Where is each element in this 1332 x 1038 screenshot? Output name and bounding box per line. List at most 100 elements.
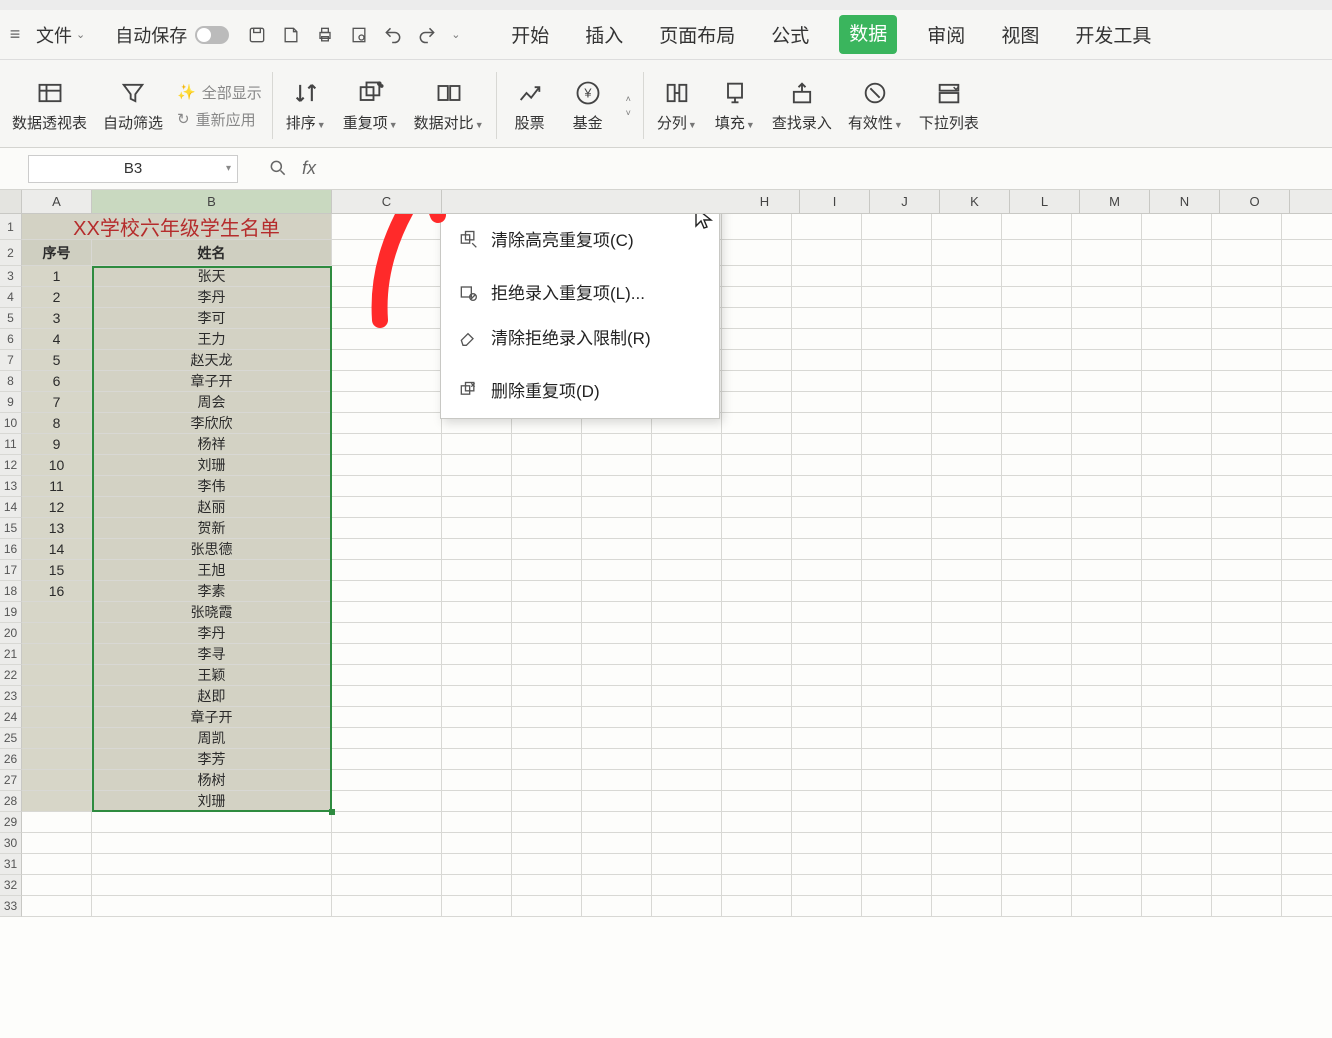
cell-blank[interactable] — [1142, 539, 1212, 560]
cell-blank[interactable] — [1142, 455, 1212, 476]
cell-blank[interactable] — [1072, 240, 1142, 266]
cell-blank[interactable] — [1212, 518, 1282, 539]
cell-blank[interactable] — [1072, 518, 1142, 539]
cell-blank[interactable] — [1142, 728, 1212, 749]
cell-blank[interactable] — [792, 476, 862, 497]
cell-seq[interactable]: 16 — [22, 581, 92, 602]
cell-blank[interactable] — [1282, 413, 1332, 434]
cell-blank[interactable] — [442, 539, 512, 560]
cell-blank[interactable] — [1002, 371, 1072, 392]
cell-blank[interactable] — [1072, 602, 1142, 623]
cell-blank[interactable] — [582, 665, 652, 686]
cell-blank[interactable] — [442, 602, 512, 623]
cell-name[interactable]: 张晓霞 — [92, 602, 332, 623]
cell-blank[interactable] — [1282, 833, 1332, 854]
cell-blank[interactable] — [1212, 581, 1282, 602]
cell-name[interactable]: 李素 — [92, 581, 332, 602]
cell-blank[interactable] — [1282, 434, 1332, 455]
cell-blank[interactable] — [1142, 791, 1212, 812]
cell-blank[interactable] — [862, 560, 932, 581]
cell-blank[interactable] — [722, 287, 792, 308]
cell-blank[interactable] — [1282, 602, 1332, 623]
cell-blank[interactable] — [792, 371, 862, 392]
cell-blank[interactable] — [722, 728, 792, 749]
cell-blank[interactable] — [1212, 240, 1282, 266]
cell-blank[interactable] — [1002, 518, 1072, 539]
cell-blank[interactable] — [792, 812, 862, 833]
tab-insert[interactable]: 插入 — [579, 15, 629, 54]
cell-blank[interactable] — [652, 854, 722, 875]
row-header[interactable]: 27 — [0, 770, 22, 791]
cell-blank[interactable] — [442, 434, 512, 455]
cell-blank[interactable] — [722, 770, 792, 791]
name-box[interactable]: B3 ▾ — [28, 155, 238, 183]
cell-blank[interactable] — [1142, 812, 1212, 833]
cell-blank[interactable] — [1142, 518, 1212, 539]
cell-name[interactable]: 张天 — [92, 266, 332, 287]
cell-name[interactable]: 李丹 — [92, 287, 332, 308]
cell-blank[interactable] — [652, 665, 722, 686]
cell-blank[interactable] — [932, 455, 1002, 476]
cell-blank[interactable] — [862, 329, 932, 350]
cell-blank[interactable] — [792, 518, 862, 539]
cell-blank[interactable] — [582, 581, 652, 602]
cell-blank[interactable] — [932, 434, 1002, 455]
cell-blank[interactable] — [512, 707, 582, 728]
cell-blank[interactable] — [512, 476, 582, 497]
cell-blank[interactable] — [1072, 455, 1142, 476]
cell-blank[interactable] — [442, 665, 512, 686]
cell-blank[interactable] — [1282, 623, 1332, 644]
cell-blank[interactable] — [1212, 287, 1282, 308]
cell-blank[interactable] — [652, 812, 722, 833]
cell-blank[interactable] — [1002, 728, 1072, 749]
cell-blank[interactable] — [1142, 476, 1212, 497]
row-header[interactable]: 22 — [0, 665, 22, 686]
cell-blank[interactable] — [1072, 350, 1142, 371]
cell-blank[interactable] — [1282, 350, 1332, 371]
cell-blank[interactable] — [442, 896, 512, 917]
cell-name[interactable]: 李丹 — [92, 623, 332, 644]
cell-blank[interactable] — [792, 455, 862, 476]
cell-blank[interactable] — [92, 875, 332, 896]
cell-blank[interactable] — [512, 686, 582, 707]
cell-blank[interactable] — [1212, 875, 1282, 896]
cell-blank[interactable] — [442, 854, 512, 875]
cell-blank[interactable] — [1142, 833, 1212, 854]
cell-blank[interactable] — [332, 371, 442, 392]
cell-blank[interactable] — [652, 791, 722, 812]
cell-blank[interactable] — [722, 623, 792, 644]
cell-blank[interactable] — [722, 602, 792, 623]
cell-blank[interactable] — [862, 287, 932, 308]
dropdown-list-button[interactable]: 下拉列表 — [911, 64, 987, 147]
cell-blank[interactable] — [722, 413, 792, 434]
cell-blank[interactable] — [332, 749, 442, 770]
cell-blank[interactable] — [652, 896, 722, 917]
cell-blank[interactable] — [332, 518, 442, 539]
cell-blank[interactable] — [862, 476, 932, 497]
cell-blank[interactable] — [1142, 854, 1212, 875]
cell-blank[interactable] — [332, 308, 442, 329]
cell-blank[interactable] — [582, 875, 652, 896]
cell-name[interactable]: 赵即 — [92, 686, 332, 707]
cell-blank[interactable] — [862, 308, 932, 329]
cell-blank[interactable] — [1282, 476, 1332, 497]
cell-blank[interactable] — [1282, 266, 1332, 287]
cell-seq[interactable] — [22, 728, 92, 749]
cell-name[interactable]: 李欣欣 — [92, 413, 332, 434]
auto-filter-button[interactable]: 自动筛选 — [95, 64, 171, 147]
cell-blank[interactable] — [1282, 371, 1332, 392]
cell-blank[interactable] — [582, 749, 652, 770]
cell-blank[interactable] — [1142, 413, 1212, 434]
header-seq[interactable]: 序号 — [22, 240, 92, 266]
cell-blank[interactable] — [1212, 539, 1282, 560]
cell-blank[interactable] — [1002, 539, 1072, 560]
cell-blank[interactable] — [1072, 560, 1142, 581]
cell-blank[interactable] — [512, 665, 582, 686]
cell-blank[interactable] — [1002, 560, 1072, 581]
cell-blank[interactable] — [512, 644, 582, 665]
text-to-columns-button[interactable]: 分列▼ — [648, 64, 706, 147]
cell-blank[interactable] — [862, 214, 932, 240]
cell-blank[interactable] — [332, 539, 442, 560]
col-header-K[interactable]: K — [940, 190, 1010, 213]
cell-blank[interactable] — [652, 539, 722, 560]
